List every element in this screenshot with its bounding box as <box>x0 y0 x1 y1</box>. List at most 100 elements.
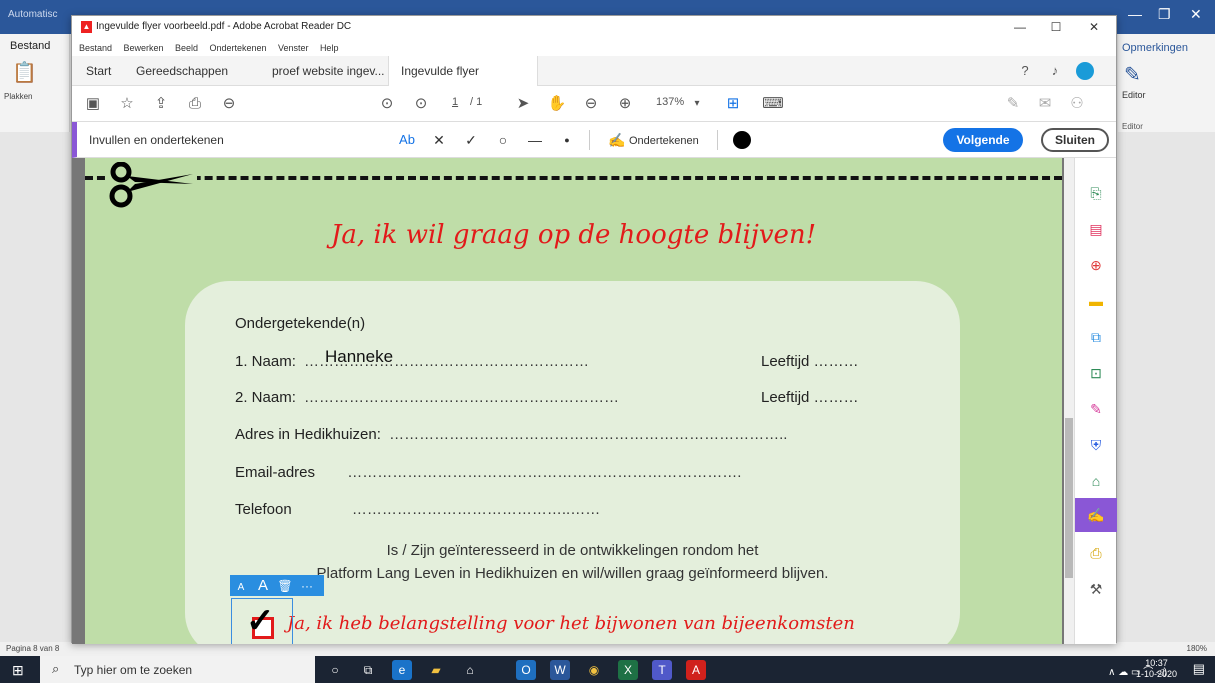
organize-pages-icon[interactable]: ▤ <box>1085 218 1107 240</box>
close-button[interactable]: Sluiten <box>1041 128 1109 152</box>
check-mark-icon[interactable]: ✓ <box>461 130 481 150</box>
share-icon[interactable]: ⚇ <box>1066 93 1088 115</box>
print-icon[interactable]: ⎙ <box>184 93 206 115</box>
address-row: Adres in Hedikhuizen: ………………………………………………… <box>235 426 787 443</box>
tab-doc2[interactable]: Ingevulde flyer voo...× <box>388 56 538 108</box>
word-tab-bestand[interactable]: Bestand <box>10 40 50 52</box>
dot-icon[interactable]: ● <box>557 130 577 150</box>
fill-sign-toolbar: Invullen en ondertekenen Ab ✕ ✓ ○ — ● ✍ … <box>72 122 1116 158</box>
vertical-scrollbar[interactable] <box>1064 158 1074 644</box>
name2-row: 2. Naam: ……………………………………………………… <box>235 389 619 406</box>
zoom-out-icon[interactable]: ⊖ <box>580 93 602 115</box>
search-icon: ⌕ <box>52 661 60 676</box>
minimize-icon[interactable]: — <box>1002 17 1038 37</box>
hand-icon[interactable]: ✋ <box>546 93 568 115</box>
editor-button[interactable]: Editor <box>1122 90 1146 100</box>
address-label: Adres in Hedikhuizen: <box>235 426 381 443</box>
windows-start-icon[interactable]: ⊞ <box>12 662 24 679</box>
checkmark-annotation[interactable]: ✓ <box>231 598 293 644</box>
acrobat-taskbar-icon[interactable]: A <box>686 660 706 680</box>
avatar[interactable] <box>1076 62 1094 80</box>
email-dots: ……………………………………………………………………. <box>347 464 742 481</box>
edit-pdf-icon[interactable]: ✎ <box>1085 398 1107 420</box>
keyboard-icon[interactable]: ⌨ <box>762 93 784 115</box>
text-tool-icon[interactable]: Ab <box>393 130 421 150</box>
scrollbar-thumb[interactable] <box>1065 418 1073 578</box>
tab-doc1[interactable]: proef website ingev... <box>260 56 397 86</box>
bell-icon[interactable]: ♪ <box>1046 62 1064 80</box>
notification-icon[interactable]: ▤ <box>1193 661 1205 677</box>
next-button[interactable]: Volgende <box>943 128 1023 152</box>
decrease-size-button[interactable]: A <box>230 577 252 598</box>
upload-icon[interactable]: ⇪ <box>150 93 172 115</box>
restore-icon[interactable]: ❐ <box>1158 6 1171 23</box>
teams-icon[interactable]: T <box>652 660 672 680</box>
zoom-search-icon[interactable]: ⊖ <box>218 93 240 115</box>
email-icon[interactable]: ✉ <box>1034 93 1056 115</box>
increase-size-button[interactable]: A <box>252 575 274 596</box>
menu-ondertekenen[interactable]: Ondertekenen <box>209 43 266 53</box>
store-icon[interactable]: ⌂ <box>460 660 480 680</box>
send-for-review-icon[interactable]: ⎙ <box>1085 542 1107 564</box>
sign-button[interactable]: Ondertekenen <box>629 135 699 147</box>
fit-page-icon[interactable]: ⊞ <box>722 93 744 115</box>
outlook-icon[interactable]: O <box>516 660 536 680</box>
zoom-select[interactable]: 137% <box>656 96 684 108</box>
word-icon[interactable]: W <box>550 660 570 680</box>
taskbar-search[interactable]: ⌕ Typ hier om te zoeken <box>40 656 315 683</box>
menu-beeld[interactable]: Beeld <box>175 43 198 53</box>
line-icon[interactable]: — <box>525 130 545 150</box>
cortana-icon[interactable]: ○ <box>325 660 345 680</box>
age2-label: Leeftijd ……… <box>761 389 859 406</box>
close-icon[interactable]: ✕ <box>1190 6 1202 23</box>
close-icon[interactable]: ✕ <box>1076 17 1112 37</box>
export-pdf-icon[interactable]: ⎘ <box>1085 182 1107 204</box>
comment-icon[interactable]: ▬ <box>1085 290 1107 312</box>
zoom-dropdown-icon[interactable]: ▾ <box>686 93 708 115</box>
color-picker[interactable] <box>733 131 751 149</box>
protect-icon[interactable]: ⛨ <box>1085 434 1107 456</box>
tab-tools[interactable]: Gereedschappen <box>124 56 240 86</box>
tab-start[interactable]: Start <box>74 56 123 86</box>
fill-sign-icon[interactable]: ✍ <box>1075 498 1117 532</box>
scan-icon[interactable]: ⌂ <box>1085 470 1107 492</box>
menu-help[interactable]: Help <box>320 43 339 53</box>
help-icon[interactable]: ? <box>1016 62 1034 80</box>
opmerkingen-button[interactable]: Opmerkingen <box>1122 42 1188 54</box>
edge-icon[interactable]: e <box>392 660 412 680</box>
zoom-level[interactable]: 180% <box>1187 644 1207 653</box>
menu-bestand[interactable]: Bestand <box>79 43 112 53</box>
plakken-label[interactable]: Plakken <box>4 92 32 101</box>
trash-icon[interactable]: 🗑 <box>274 576 296 597</box>
chrome-icon[interactable]: ◉ <box>584 660 604 680</box>
next-page-icon[interactable]: ⊙ <box>410 93 432 115</box>
save-icon[interactable]: ▣ <box>82 93 104 115</box>
cross-mark-icon[interactable]: ✕ <box>429 130 449 150</box>
maximize-icon[interactable]: ☐ <box>1038 17 1074 37</box>
prev-page-icon[interactable]: ⊙ <box>376 93 398 115</box>
sign-icon[interactable]: ✎ <box>1002 93 1024 115</box>
file-explorer-icon[interactable]: ▰ <box>426 660 446 680</box>
clock[interactable]: 10:37 1-10-2020 <box>1136 658 1177 680</box>
editor-icon[interactable]: ✎ <box>1124 62 1141 87</box>
star-icon[interactable]: ☆ <box>116 93 138 115</box>
signature-pen-icon[interactable]: ✍ <box>607 130 627 150</box>
page-input[interactable]: 1 <box>452 96 458 108</box>
create-pdf-icon[interactable]: ⊕ <box>1085 254 1107 276</box>
compress-icon[interactable]: ⊡ <box>1085 362 1107 384</box>
divider <box>717 130 718 150</box>
zoom-in-icon[interactable]: ⊕ <box>614 93 636 115</box>
menu-venster[interactable]: Venster <box>278 43 309 53</box>
select-cursor-icon[interactable]: ➤ <box>512 93 534 115</box>
minimize-icon[interactable]: — <box>1128 6 1142 22</box>
task-view-icon[interactable]: ⧉ <box>358 660 378 680</box>
cut-line <box>85 176 1062 180</box>
clipboard-icon[interactable]: 📋 <box>12 60 37 85</box>
more-options-button[interactable]: ··· <box>296 576 318 597</box>
excel-icon[interactable]: X <box>618 660 638 680</box>
combine-files-icon[interactable]: ⧉ <box>1085 326 1107 348</box>
menu-bewerken[interactable]: Bewerken <box>123 43 163 53</box>
name1-field[interactable]: Hanneke <box>325 347 393 367</box>
circle-icon[interactable]: ○ <box>493 130 513 150</box>
more-tools-icon[interactable]: ⚒ <box>1085 578 1107 600</box>
